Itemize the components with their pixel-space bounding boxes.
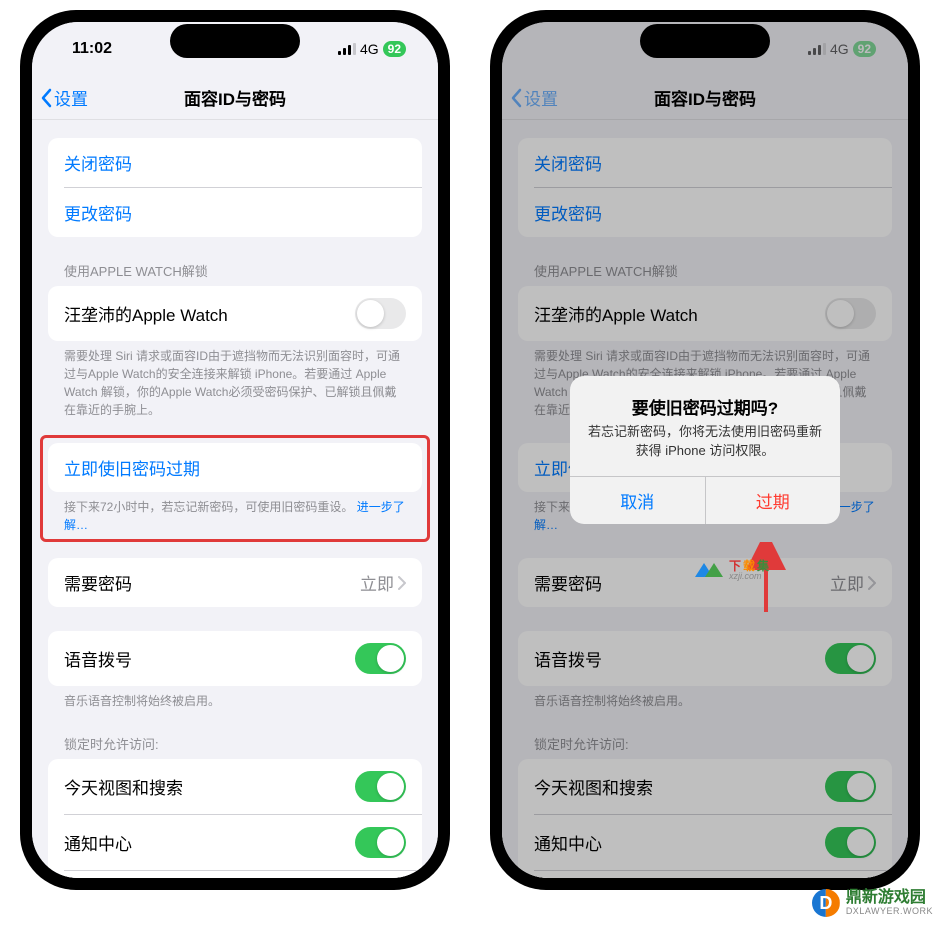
lock-access-header: 锁定时允许访问: — [48, 734, 422, 759]
signal-icon — [338, 43, 356, 55]
chevron-left-icon — [40, 88, 52, 108]
alert-message: 若忘记新密码，你将无法使用旧密码重新获得 iPhone 访问权限。 — [586, 423, 824, 459]
back-label: 设置 — [54, 85, 88, 110]
today-view-row[interactable]: 今天视图和搜索 — [48, 759, 422, 814]
apple-watch-row[interactable]: 汪垄沛的Apple Watch — [48, 286, 422, 341]
alert-dialog: 要使旧密码过期吗? 若忘记新密码，你将无法使用旧密码重新获得 iPhone 访问… — [570, 376, 840, 523]
xzji-logo-icon — [695, 560, 723, 581]
voice-dial-toggle[interactable] — [355, 643, 406, 674]
battery-badge: 92 — [383, 41, 406, 57]
chevron-right-icon — [398, 576, 406, 590]
alert-cancel-button[interactable]: 取消 — [570, 477, 705, 524]
settings-content[interactable]: 关闭密码 更改密码 使用APPLE WATCH解锁 汪垄沛的Apple Watc… — [32, 120, 438, 878]
expire-footer: 接下来72小时中，若忘记新密码，可使用旧密码重设。 进一步了解… — [48, 492, 422, 534]
watch-section-header: 使用APPLE WATCH解锁 — [48, 261, 422, 286]
alert-overlay: 要使旧密码过期吗? 若忘记新密码，你将无法使用旧密码重新获得 iPhone 访问… — [502, 22, 908, 878]
notification-center-toggle[interactable] — [355, 827, 406, 858]
require-passcode-row[interactable]: 需要密码 立即 — [48, 558, 422, 607]
status-time: 11:02 — [72, 40, 112, 58]
today-view-toggle[interactable] — [355, 771, 406, 802]
nav-bar: 设置 面容ID与密码 — [32, 76, 438, 120]
back-button[interactable]: 设置 — [32, 85, 88, 110]
change-passcode-row[interactable]: 更改密码 — [48, 188, 422, 237]
control-center-row[interactable]: 控制中心 — [48, 871, 422, 878]
phone-mockup-left: 11:02 4G 92 设置 面容ID与密码 关闭密码 更改密码 — [20, 10, 450, 890]
voice-footer: 音乐语音控制将始终被启用。 — [48, 686, 422, 710]
screen-left: 11:02 4G 92 设置 面容ID与密码 关闭密码 更改密码 — [32, 22, 438, 878]
alert-expire-button[interactable]: 过期 — [705, 477, 841, 524]
expire-old-passcode-row[interactable]: 立即使旧密码过期 — [48, 443, 422, 492]
screen-right: 4G 92 设置 面容ID与密码 关闭密码 更改密码 使用APPLE WATCH… — [502, 22, 908, 878]
network-label: 4G — [360, 41, 379, 57]
nav-title: 面容ID与密码 — [32, 85, 438, 110]
watch-footer: 需要处理 Siri 请求或面容ID由于遮挡物而无法识别面容时，可通过与Apple… — [48, 341, 422, 419]
voice-dial-row[interactable]: 语音拨号 — [48, 631, 422, 686]
dingxin-logo-icon: D — [812, 889, 840, 917]
notification-center-row[interactable]: 通知中心 — [48, 815, 422, 870]
alert-title: 要使旧密码过期吗? — [586, 394, 824, 419]
dynamic-island — [170, 24, 300, 58]
apple-watch-toggle[interactable] — [355, 298, 406, 329]
watermark-dingxin: D 鼎新游戏园 DXLAWYER.WORK — [812, 889, 933, 917]
turn-off-passcode-row[interactable]: 关闭密码 — [48, 138, 422, 187]
phone-mockup-right: 4G 92 设置 面容ID与密码 关闭密码 更改密码 使用APPLE WATCH… — [490, 10, 920, 890]
watermark-xzji: 下载集 xzji.com — [695, 560, 771, 581]
